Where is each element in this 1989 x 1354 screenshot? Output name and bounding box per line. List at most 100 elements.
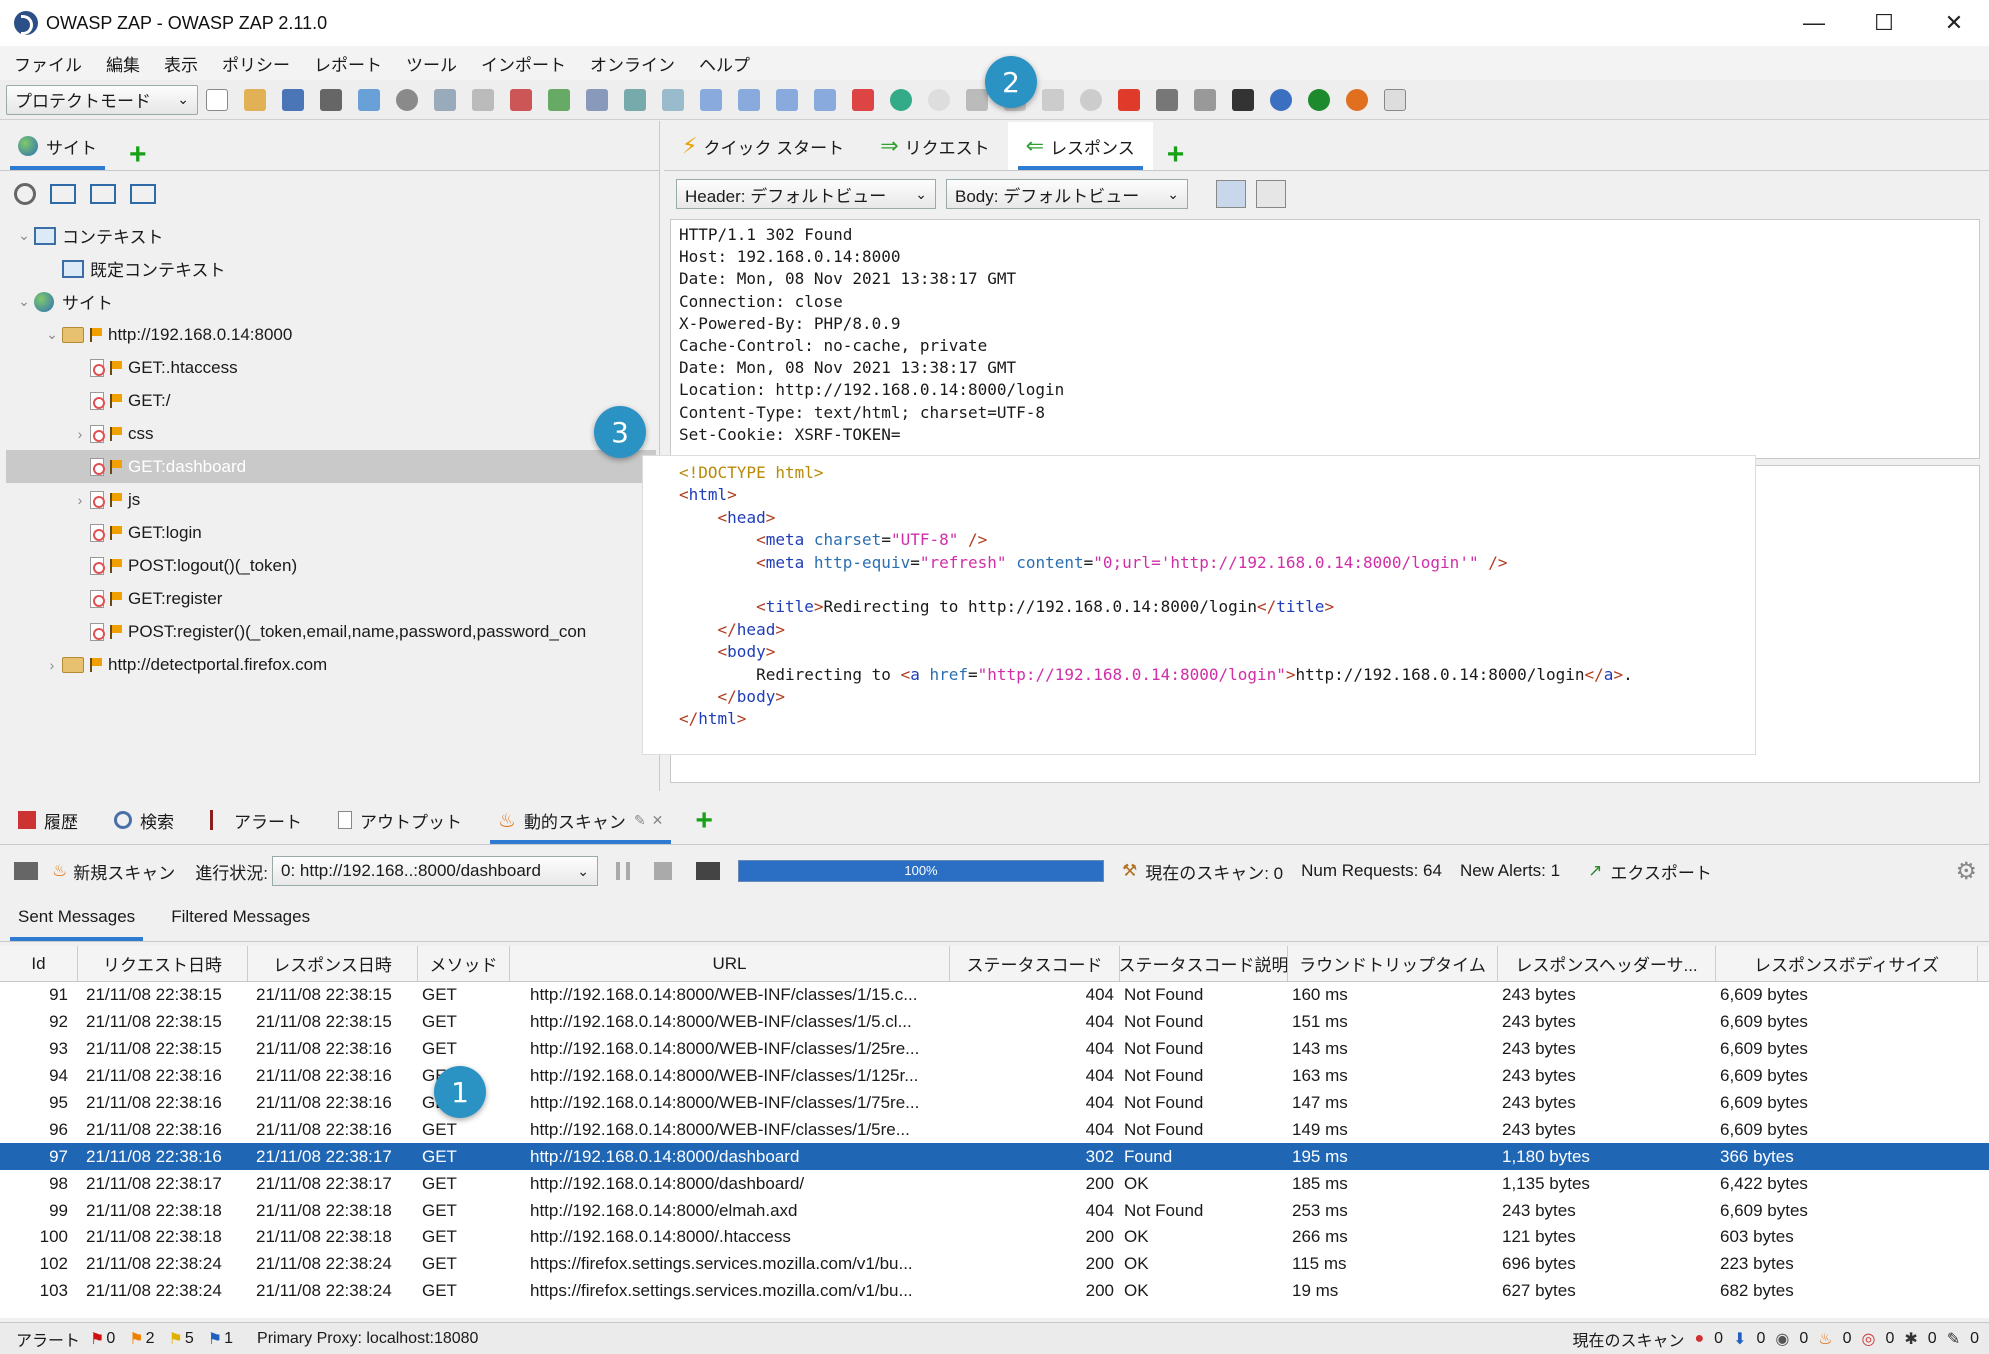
chart-icon[interactable] xyxy=(695,862,720,880)
user-icon[interactable] xyxy=(1194,88,1216,111)
snapshot-icon[interactable] xyxy=(320,88,342,111)
import-context-icon[interactable] xyxy=(90,184,116,204)
layout-2-icon[interactable] xyxy=(624,88,646,111)
help-icon[interactable] xyxy=(1270,88,1292,111)
chevron-down-icon[interactable]: ⌄ xyxy=(42,326,62,343)
gear-icon[interactable] xyxy=(396,88,418,111)
header-view-select[interactable]: Header: デフォルトビュー ⌄ xyxy=(676,179,936,209)
body-view-select[interactable]: Body: デフォルトビュー ⌄ xyxy=(946,179,1188,209)
layout-4-icon[interactable] xyxy=(700,88,722,111)
chevron-right-icon[interactable]: › xyxy=(70,426,90,442)
export-context-icon[interactable] xyxy=(130,184,156,204)
break-icon[interactable] xyxy=(966,88,988,111)
tree-node[interactable]: 既定コンテキスト xyxy=(6,252,656,285)
menu-tools[interactable]: ツール xyxy=(406,51,457,76)
add-tab-icon[interactable]: + xyxy=(695,806,713,836)
response-header-pane[interactable]: HTTP/1.1 302 Found Host: 192.168.0.14:800… xyxy=(670,219,1980,459)
maximize-button[interactable]: ☐ xyxy=(1849,0,1919,46)
menu-edit[interactable]: 編集 xyxy=(106,51,140,76)
firefox-icon[interactable] xyxy=(1346,88,1368,111)
column-header[interactable]: レスポンスヘッダーサ... xyxy=(1498,946,1716,981)
tab-history[interactable]: 履歴 xyxy=(0,796,96,844)
table-row[interactable]: 98 21/11/08 22:38:17 21/11/08 22:38:17 GET h… xyxy=(0,1170,1989,1198)
column-header[interactable]: レスポンス日時 xyxy=(248,946,418,981)
table-row[interactable]: 96 21/11/08 22:38:16 21/11/08 22:38:16 GET h… xyxy=(0,1116,1989,1144)
menu-report[interactable]: レポート xyxy=(314,51,382,76)
table-row[interactable]: 9521/11/08 22:38:1621/11/08 22:38:16GETh… xyxy=(0,1090,1989,1117)
tree-node[interactable]: GET:.htaccess xyxy=(6,351,656,384)
tab-active-scan[interactable]: ♨ 動的スキャン ✎ ✕ xyxy=(480,796,681,844)
column-header[interactable]: メソッド xyxy=(418,946,510,981)
tree-node[interactable]: POST:logout()(_token) xyxy=(6,549,656,582)
table-row[interactable]: 103 21/11/08 22:38:24 21/11/08 22:38:24 GET… xyxy=(0,1278,1989,1305)
layout-3-icon[interactable] xyxy=(662,88,684,111)
table-row[interactable]: 102 21/11/08 22:38:24 21/11/08 22:38:24 GET… xyxy=(0,1251,1989,1278)
table-row[interactable]: 91 21/11/08 22:38:15 21/11/08 22:38:15 GET h… xyxy=(0,982,1989,1009)
tab-filtered-messages[interactable]: Filtered Messages xyxy=(153,893,328,941)
split-vertical-icon[interactable] xyxy=(1256,180,1286,208)
table-row[interactable]: 100 21/11/08 22:38:18 21/11/08 22:38:18 GET… xyxy=(0,1224,1989,1251)
tree-node[interactable]: › css xyxy=(6,417,656,450)
layout-6-icon[interactable] xyxy=(776,88,798,111)
hud-icon[interactable] xyxy=(1308,88,1330,111)
chevron-right-icon[interactable]: › xyxy=(42,657,62,673)
layout-7-icon[interactable] xyxy=(814,88,836,111)
forced-user-icon[interactable] xyxy=(1156,88,1178,111)
table-row[interactable]: 99 21/11/08 22:38:18 21/11/08 22:38:18 GET h… xyxy=(0,1197,1989,1224)
column-header[interactable]: ラウンドトリップタイム xyxy=(1288,946,1498,981)
globe-icon[interactable] xyxy=(890,88,912,111)
tab-sites[interactable]: サイト xyxy=(0,122,115,170)
add-tab-icon[interactable]: + xyxy=(129,140,147,170)
chevron-down-icon[interactable]: ⌄ xyxy=(14,293,34,310)
export-button[interactable]: エクスポート xyxy=(1610,859,1712,884)
add-tab-icon[interactable]: + xyxy=(1167,140,1185,170)
pin-icon[interactable]: ✎ xyxy=(634,812,646,829)
tab-sent-messages[interactable]: Sent Messages xyxy=(0,893,153,941)
options-icon[interactable] xyxy=(434,88,456,111)
drop-icon[interactable] xyxy=(1080,88,1102,111)
notes-icon[interactable] xyxy=(1384,88,1406,111)
menu-help[interactable]: ヘルプ xyxy=(699,51,750,76)
table-row[interactable]: 97 21/11/08 22:38:16 21/11/08 22:38:17 GET h… xyxy=(0,1143,1989,1171)
tab-alerts[interactable]: アラート xyxy=(192,796,320,844)
table-row[interactable]: 92 21/11/08 22:38:15 21/11/08 22:38:15 GET h… xyxy=(0,1009,1989,1036)
tab-request[interactable]: ⇒ リクエスト xyxy=(862,122,1007,170)
menu-policy[interactable]: ポリシー xyxy=(222,51,290,76)
new-session-icon[interactable] xyxy=(206,88,228,111)
layout-5-icon[interactable] xyxy=(738,88,760,111)
gear-icon[interactable]: ⚙ xyxy=(1955,857,1977,886)
tree-node[interactable]: ⌄ サイト xyxy=(6,285,656,318)
column-header[interactable]: リクエスト日時 xyxy=(78,946,248,981)
target-icon[interactable] xyxy=(14,183,36,205)
tab-search[interactable]: 検索 xyxy=(96,796,192,844)
column-header[interactable]: レスポンスボディサイズ xyxy=(1716,946,1978,981)
tree-node[interactable]: GET:register xyxy=(6,582,656,615)
menu-import[interactable]: インポート xyxy=(481,51,566,76)
close-tab-icon[interactable]: ✕ xyxy=(652,812,664,829)
chevron-down-icon[interactable]: ⌄ xyxy=(14,227,34,244)
tab-response[interactable]: ⇐ レスポンス xyxy=(1007,122,1153,170)
scan-progress-select[interactable]: 0: http://192.168..:8000/dashboard ⌄ xyxy=(271,856,598,886)
column-header[interactable]: Id xyxy=(0,946,78,981)
lightbulb-icon[interactable] xyxy=(928,88,950,111)
stop-icon[interactable] xyxy=(653,862,672,880)
delete-icon[interactable] xyxy=(510,88,532,111)
open-session-icon[interactable] xyxy=(244,88,266,111)
save-session-icon[interactable] xyxy=(282,88,304,111)
tab-quick-start[interactable]: ⚡ クイック スタート xyxy=(664,122,862,170)
split-horizontal-icon[interactable] xyxy=(1216,180,1246,208)
new-context-icon[interactable] xyxy=(50,184,76,204)
remove-break-icon[interactable] xyxy=(1118,88,1140,111)
tab-output[interactable]: アウトプット xyxy=(320,796,480,844)
tree-node[interactable]: GET:login xyxy=(6,516,656,549)
tree-node[interactable]: GET:/ xyxy=(6,384,656,417)
new-scan-button[interactable]: 新規スキャン xyxy=(73,859,175,884)
table-row[interactable]: 93 21/11/08 22:38:15 21/11/08 22:38:16 GET h… xyxy=(0,1036,1989,1063)
console-icon[interactable] xyxy=(1232,88,1254,111)
tree-node[interactable]: › http://detectportal.firefox.com xyxy=(6,648,656,681)
pause-icon[interactable] xyxy=(615,862,630,880)
scan-policy-icon[interactable] xyxy=(852,88,874,111)
column-header[interactable]: ステータスコード xyxy=(950,946,1120,981)
mode-select[interactable]: プロテクトモード ⌄ xyxy=(6,84,198,115)
layout-1-icon[interactable] xyxy=(586,88,608,111)
